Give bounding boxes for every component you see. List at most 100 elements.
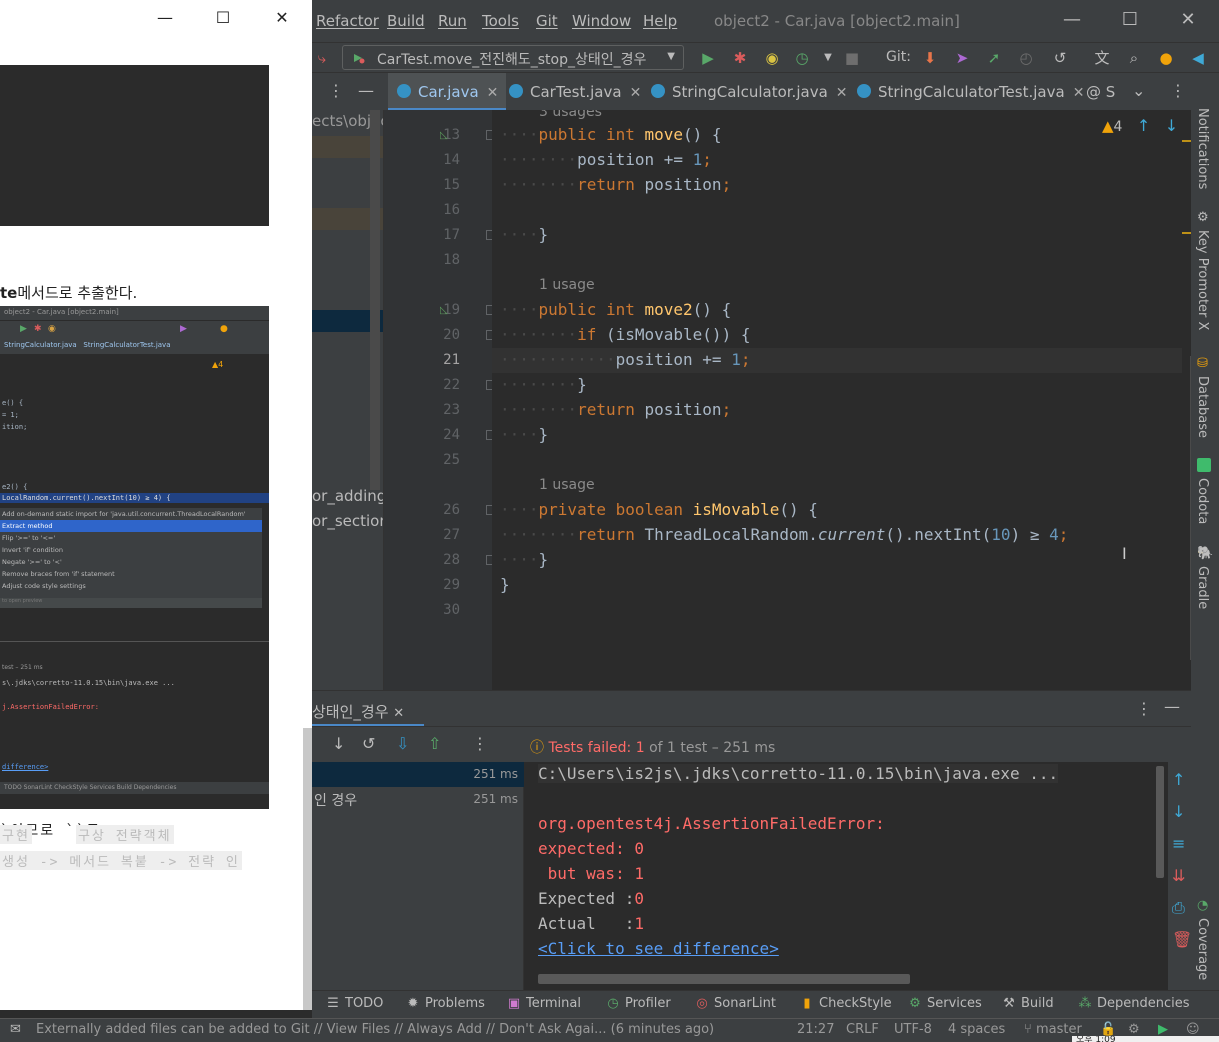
notifications-tool[interactable]: Notifications <box>1195 108 1210 189</box>
usages-hint[interactable]: 1 usage <box>539 477 595 493</box>
tab-stringcalculatortest-java[interactable]: StringCalculatorTest.java ✕ <box>856 73 1084 111</box>
rollback-icon[interactable]: ↺ <box>1050 48 1070 68</box>
run-tab[interactable]: 상태인_경우 ✕ <box>312 701 404 722</box>
run-icon[interactable]: ▶ <box>698 48 718 68</box>
scroll-to-end-icon[interactable]: ⇊ <box>1172 866 1185 885</box>
menu-git[interactable]: Git <box>536 12 558 30</box>
translate-icon[interactable]: 文 <box>1092 48 1112 68</box>
run-with-coverage-icon[interactable]: ◉ <box>762 48 782 68</box>
hide-panel-icon[interactable]: — <box>1164 697 1180 716</box>
lock-icon[interactable]: 🔓 <box>1100 1022 1116 1037</box>
codota-status-icon[interactable]: ▶ <box>1158 1022 1168 1037</box>
codota-tool[interactable]: Codota <box>1195 478 1210 524</box>
line-separator[interactable]: CRLF <box>846 1022 879 1037</box>
see-difference-link[interactable]: <Click to see difference> <box>538 939 779 958</box>
git-branch[interactable]: ⑂ master <box>1024 1022 1082 1037</box>
menu-run[interactable]: Run <box>438 12 467 30</box>
project-scrollbar[interactable] <box>370 110 380 490</box>
usages-hint[interactable]: 1 usage <box>539 277 595 293</box>
import-tests-icon[interactable]: ⇩ <box>396 734 409 753</box>
console-vertical-scrollbar[interactable] <box>1156 766 1164 878</box>
tab-car-java[interactable]: Car.java ✕ <box>388 73 507 111</box>
terminal-tool[interactable]: ▣ Terminal <box>507 996 581 1011</box>
stop-icon[interactable]: ■ <box>842 48 862 68</box>
maximize-icon[interactable]: ☐ <box>213 8 233 27</box>
inspection-widget[interactable]: ▲4 ↑ ↓ <box>1102 116 1178 135</box>
database-tool[interactable]: Database <box>1195 376 1210 438</box>
more-options-icon[interactable]: ⋮ <box>328 81 344 100</box>
git-push-icon[interactable]: ➚ <box>984 48 1004 68</box>
close-tab-icon[interactable]: ✕ <box>630 85 642 101</box>
export-tests-icon[interactable]: ⇧ <box>428 734 441 753</box>
problems-tool[interactable]: ✹ Problems <box>406 996 485 1011</box>
minimize-icon[interactable]: — <box>1060 9 1084 30</box>
build-tool[interactable]: ⚒ Build <box>1002 996 1053 1011</box>
coverage-tool[interactable]: Coverage <box>1195 918 1210 980</box>
browser-scrollbar[interactable] <box>303 728 312 1010</box>
close-tab-icon[interactable]: ✕ <box>393 706 404 721</box>
gradle-tool[interactable]: Gradle <box>1195 566 1210 609</box>
collapse-icon[interactable]: — <box>358 81 374 100</box>
coverage-marker-icon[interactable]: ◺ <box>440 305 450 316</box>
file-encoding[interactable]: UTF-8 <box>894 1022 932 1037</box>
menu-window[interactable]: Window <box>572 12 631 30</box>
checkstyle-tool[interactable]: ▮ CheckStyle <box>800 996 891 1011</box>
more-options-icon[interactable]: ⋮ <box>1136 699 1152 718</box>
code-editor[interactable]: 3 usages ····public int move() { ·······… <box>492 110 1182 690</box>
menu-refactor[interactable]: Refactor <box>316 12 379 30</box>
dependencies-tool[interactable]: ⁂ Dependencies <box>1078 996 1190 1011</box>
close-icon[interactable]: ✕ <box>272 8 292 27</box>
next-failed-test-icon[interactable]: ↓ <box>332 734 345 753</box>
next-highlight-icon[interactable]: ↓ <box>1165 116 1178 135</box>
git-commit-icon[interactable]: ➤ <box>952 48 972 68</box>
coverage-marker-icon[interactable]: ◺ <box>440 130 450 141</box>
usages-hint[interactable]: 3 usages <box>539 110 602 120</box>
status-message[interactable]: Externally added files can be added to G… <box>36 1022 714 1037</box>
maximize-icon[interactable]: ☐ <box>1118 9 1142 30</box>
soft-wrap-icon[interactable]: ≡ <box>1172 834 1185 853</box>
menu-help[interactable]: Help <box>643 12 677 30</box>
chevron-down-icon[interactable]: ⌄ <box>1132 81 1145 100</box>
git-update-icon[interactable]: ⬇ <box>920 48 940 68</box>
clear-all-icon[interactable]: 🗑 <box>1172 930 1192 949</box>
up-stack-icon[interactable]: ↑ <box>1172 770 1185 789</box>
services-tool[interactable]: ⚙ Services <box>908 996 982 1011</box>
close-tab-icon[interactable]: ✕ <box>487 85 499 101</box>
test-tree-row[interactable]: 인 경우 251 ms <box>312 787 524 812</box>
git-history-icon[interactable]: ◴ <box>1016 48 1036 68</box>
print-icon[interactable]: ⎙ <box>1172 898 1185 918</box>
more-run-options-icon[interactable]: ⋮ <box>472 734 488 753</box>
console-horizontal-scrollbar[interactable] <box>538 974 910 984</box>
tab-annotation[interactable]: @ S <box>1086 73 1115 111</box>
test-history-icon[interactable]: ↺ <box>362 734 375 753</box>
profiler-tool[interactable]: ◷ Profiler <box>606 996 670 1011</box>
previous-highlight-icon[interactable]: ↑ <box>1137 116 1150 135</box>
codota-icon[interactable]: ◀ <box>1188 48 1208 68</box>
inspector-icon[interactable]: ☺ <box>1186 1022 1200 1037</box>
close-icon[interactable]: ✕ <box>1176 9 1200 30</box>
caret-position[interactable]: 21:27 <box>797 1022 834 1037</box>
run-configuration-select[interactable]: CarTest.move_전진해도_stop_상태인_경우 ▼ <box>342 45 684 70</box>
debug-icon[interactable]: ✱ <box>730 48 750 68</box>
search-icon[interactable]: ⌕ <box>1124 48 1144 68</box>
indent-setting[interactable]: 4 spaces <box>948 1022 1005 1037</box>
key-promoter-tool[interactable]: Key Promoter X <box>1195 230 1210 330</box>
project-item-section[interactable]: or_section <box>312 512 383 530</box>
hammer-icon[interactable]: ⤷ <box>312 48 332 68</box>
menu-tools[interactable]: Tools <box>482 12 519 30</box>
close-tab-icon[interactable]: ✕ <box>1073 85 1085 101</box>
minimize-icon[interactable]: — <box>155 8 175 27</box>
more-run-chevron-icon[interactable]: ▼ <box>818 48 838 68</box>
tab-cartest-java[interactable]: CarTest.java ✕ <box>508 73 641 111</box>
update-icon[interactable]: ● <box>1156 48 1176 68</box>
tab-stringcalculator-java[interactable]: StringCalculator.java ✕ <box>650 73 848 111</box>
close-tab-icon[interactable]: ✕ <box>836 85 848 101</box>
todo-tool[interactable]: ☰ TODO <box>326 996 383 1011</box>
menu-build[interactable]: Build <box>387 12 425 30</box>
memory-indicator-icon[interactable]: ⚙ <box>1128 1022 1140 1037</box>
sonarlint-tool[interactable]: ◎ SonarLint <box>695 996 776 1011</box>
down-stack-icon[interactable]: ↓ <box>1172 802 1185 821</box>
test-tree-row[interactable]: 251 ms <box>312 762 524 787</box>
console-output[interactable]: C:\Users\is2js\.jdks\corretto-11.0.15\bi… <box>524 762 1168 990</box>
more-tabs-icon[interactable]: ⋮ <box>1170 81 1186 100</box>
